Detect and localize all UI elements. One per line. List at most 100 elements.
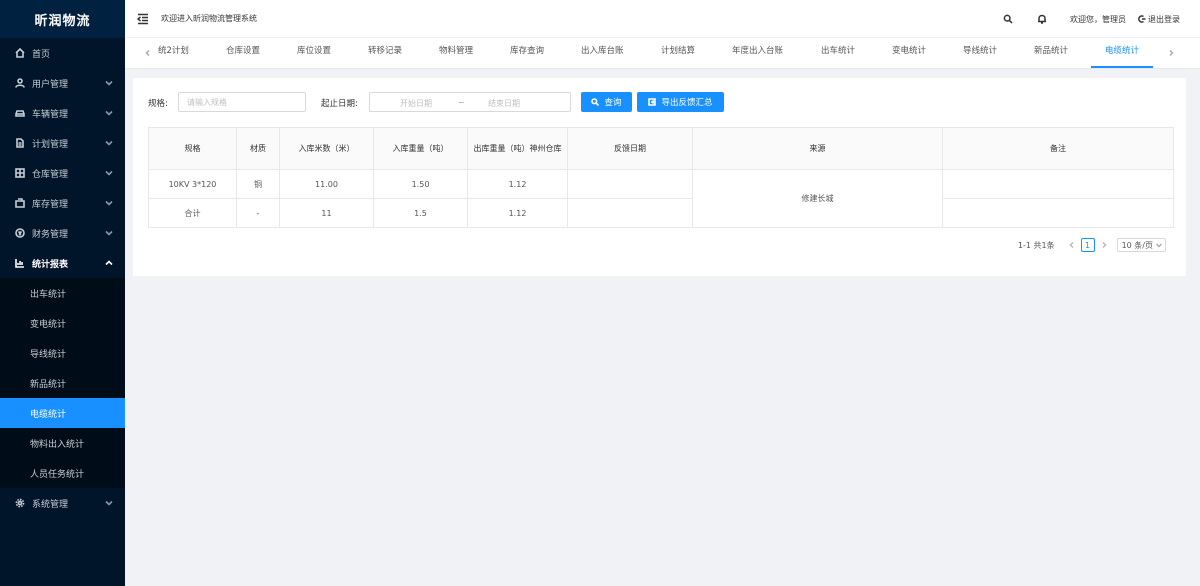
tab-plan-settlement[interactable]: 计划结算 [661, 38, 695, 68]
export-icon [648, 98, 657, 106]
table-cell: 11.00 [279, 169, 374, 199]
column-header: 反馈日期 [567, 127, 693, 170]
spec-input[interactable]: 请输入规格 [178, 92, 306, 112]
search-icon [591, 98, 600, 106]
table-cell: 1.12 [467, 198, 568, 228]
sidebar-subitem-substation-stats[interactable]: 变电统计 [0, 308, 125, 338]
car-icon [14, 108, 26, 118]
date-range-label: 起止日期: [321, 99, 358, 109]
pagination: 1-1 共1条 1 10 条/页 [1018, 237, 1166, 253]
chevron-down-icon [105, 199, 113, 210]
column-header: 材质 [236, 127, 280, 170]
chevron-down-icon [105, 229, 113, 240]
tab-warehouse-settings[interactable]: 仓库设置 [226, 38, 260, 68]
table-cell: 11 [279, 198, 374, 228]
chevron-down-icon [105, 109, 113, 120]
chevron-up-icon [105, 259, 113, 270]
reports-submenu: 出车统计 变电统计 导线统计 新品统计 电缆统计 物料出入统计 人员任务统计 [0, 278, 125, 488]
sidebar-item-plans[interactable]: 计划管理 [0, 128, 125, 158]
spec-label: 规格: [148, 99, 168, 109]
export-feedback-button[interactable]: 导出反馈汇总 [637, 92, 724, 112]
chevron-right-icon[interactable] [1166, 48, 1176, 58]
page-number[interactable]: 1 [1080, 238, 1095, 252]
start-date-placeholder[interactable]: 开始日期 [400, 98, 432, 109]
table-cell: 1.12 [467, 169, 568, 199]
page-size-select[interactable]: 10 条/页 [1116, 238, 1166, 252]
column-header: 入库重量（吨） [373, 127, 468, 170]
tab-transfer-records[interactable]: 转移记录 [368, 38, 402, 68]
table-cell: 10KV 3*120 [148, 169, 237, 199]
sidebar-subitem-dispatch-stats[interactable]: 出车统计 [0, 278, 125, 308]
column-header: 规格 [148, 127, 237, 170]
cable-stats-table: 规格 材质 入库米数（米） 入库重量（吨） 出库重量（吨）神州仓库 反馈日期 来… [148, 127, 1174, 228]
stock-icon [14, 198, 26, 208]
chevron-left-icon[interactable] [143, 48, 153, 58]
end-date-placeholder[interactable]: 结束日期 [488, 98, 520, 109]
next-page-icon[interactable] [1097, 238, 1111, 252]
sidebar-item-warehouse[interactable]: 仓库管理 [0, 158, 125, 188]
date-range-picker[interactable]: 开始日期 ~ 结束日期 [369, 92, 571, 112]
table-row-total: 合计 - 11 1.5 1.12 [148, 198, 1174, 228]
sidebar-subitem-staff-task-stats[interactable]: 人员任务统计 [0, 458, 125, 488]
column-header: 备注 [942, 127, 1174, 170]
column-header: 来源 [692, 127, 943, 170]
query-button[interactable]: 查询 [581, 92, 632, 112]
sidebar-item-reports[interactable]: 统计报表 [0, 248, 125, 278]
table-cell [567, 169, 693, 199]
top-header: 欢迎进入昕润物流管理系统 欢迎您，管理员 退出登录 [125, 0, 1200, 38]
table-header-row: 规格 材质 入库米数（米） 入库重量（吨） 出库重量（吨）神州仓库 反馈日期 来… [148, 127, 1174, 170]
table-cell-source: 修建长城 [692, 169, 943, 228]
bell-icon[interactable] [1036, 13, 1048, 25]
logout-icon [1138, 15, 1146, 23]
tab-plan2[interactable]: 统2计划 [158, 38, 189, 68]
table-cell: 铜 [236, 169, 280, 199]
sidebar-subitem-new-product-stats[interactable]: 新品统计 [0, 368, 125, 398]
date-separator: ~ [458, 98, 465, 107]
search-icon[interactable] [1002, 13, 1014, 25]
sidebar-subitem-wire-stats[interactable]: 导线统计 [0, 338, 125, 368]
sidebar-subitem-material-io-stats[interactable]: 物料出入统计 [0, 428, 125, 458]
tab-dispatch-stats[interactable]: 出车统计 [821, 38, 855, 68]
welcome-text: 欢迎进入昕润物流管理系统 [161, 14, 257, 23]
chevron-down-icon [105, 79, 113, 90]
user-icon [14, 78, 26, 88]
header-right: 欢迎您，管理员 退出登录 [1002, 0, 1180, 38]
tab-cable-stats[interactable]: 电缆统计 [1091, 38, 1154, 68]
tab-substation-stats[interactable]: 变电统计 [892, 38, 926, 68]
tab-bar: 统2计划 仓库设置 库位设置 转移记录 物料管理 库存查询 出入库台账 计划结算… [125, 38, 1200, 69]
table-cell [942, 169, 1174, 199]
finance-icon [14, 228, 26, 238]
chevron-down-icon [1156, 243, 1162, 248]
table-cell: 1.50 [373, 169, 468, 199]
tab-inventory-query[interactable]: 库存查询 [510, 38, 544, 68]
tab-new-product-stats[interactable]: 新品统计 [1034, 38, 1068, 68]
gear-icon [14, 498, 26, 508]
home-icon [14, 48, 26, 58]
sidebar-item-home[interactable]: 首页 [0, 38, 125, 68]
tab-material-management[interactable]: 物料管理 [439, 38, 473, 68]
sidebar-item-finance[interactable]: 财务管理 [0, 218, 125, 248]
chart-icon [14, 258, 26, 268]
app-logo: 昕润物流 [0, 0, 125, 38]
tab-io-ledger[interactable]: 出入库台账 [581, 38, 624, 68]
table-cell [942, 198, 1174, 228]
content-card: 规格: 请输入规格 起止日期: 开始日期 ~ 结束日期 查询 导出反馈汇总 规格… [133, 78, 1186, 276]
logout-button[interactable]: 退出登录 [1138, 14, 1180, 25]
sidebar-subitem-cable-stats[interactable]: 电缆统计 [0, 398, 125, 428]
file-icon [14, 138, 26, 148]
table-cell: 合计 [148, 198, 237, 228]
tab-annual-io-ledger[interactable]: 年度出入台账 [732, 38, 783, 68]
table-row: 10KV 3*120 铜 11.00 1.50 1.12 修建长城 [148, 169, 1174, 228]
sidebar-item-users[interactable]: 用户管理 [0, 68, 125, 98]
sidebar-item-system[interactable]: 系统管理 [0, 488, 125, 518]
table-cell: 1.5 [373, 198, 468, 228]
tab-location-settings[interactable]: 库位设置 [297, 38, 331, 68]
user-greeting: 欢迎您，管理员 [1070, 14, 1126, 24]
sidebar: 昕润物流 首页 用户管理 车辆管理 计划管理 仓库管理 库存管理 财务管理 统计… [0, 0, 125, 586]
tab-wire-stats[interactable]: 导线统计 [963, 38, 997, 68]
menu-fold-icon[interactable] [137, 12, 151, 26]
warehouse-icon [14, 168, 26, 178]
prev-page-icon[interactable] [1065, 238, 1079, 252]
sidebar-item-vehicles[interactable]: 车辆管理 [0, 98, 125, 128]
sidebar-item-inventory[interactable]: 库存管理 [0, 188, 125, 218]
